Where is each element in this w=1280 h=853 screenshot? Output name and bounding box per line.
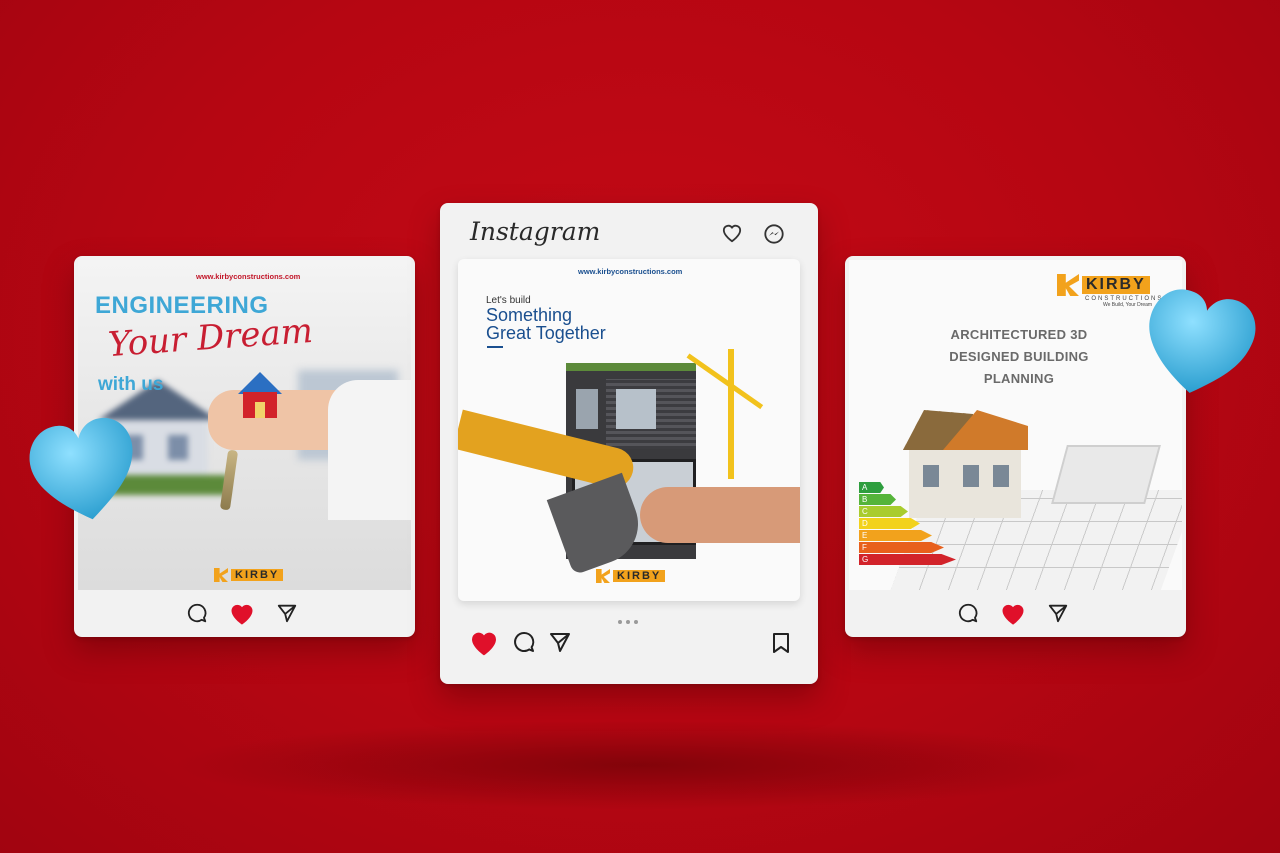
- center-post-image[interactable]: www.kirbyconstructions.com Let's build S…: [458, 259, 800, 601]
- bookmark-icon[interactable]: [771, 632, 791, 654]
- carousel-dot[interactable]: [626, 620, 630, 624]
- title-line-3: PLANNING: [983, 371, 1055, 386]
- carousel-dot[interactable]: [618, 620, 622, 624]
- right-action-bar: [957, 600, 1069, 626]
- energy-bar: B: [859, 494, 896, 505]
- send-icon[interactable]: [548, 630, 572, 654]
- post-title: ARCHITECTURED 3D DESIGNED BUILDING PLANN…: [849, 324, 1182, 390]
- heart-icon[interactable]: [468, 627, 500, 657]
- send-icon[interactable]: [1047, 602, 1069, 624]
- sleeve-image: [328, 380, 411, 520]
- instagram-wordmark: Instagram: [470, 217, 601, 246]
- blue-heart-decoration-icon: [29, 417, 133, 520]
- carousel-dot[interactable]: [634, 620, 638, 624]
- post-url[interactable]: www.kirbyconstructions.com: [578, 267, 682, 276]
- energy-bar: F: [859, 542, 944, 553]
- energy-rating-chart: A B C D E F G: [859, 482, 956, 566]
- kirby-logo: KIRBY: [214, 568, 284, 582]
- kirby-logo: KIRBY: [596, 569, 666, 583]
- heart-outline-icon[interactable]: [721, 223, 743, 243]
- blue-heart-decoration-icon: [1149, 289, 1256, 393]
- comment-icon[interactable]: [512, 630, 536, 654]
- kirby-mark-icon: [596, 569, 610, 583]
- headline-with-us: with us: [98, 374, 164, 395]
- left-action-bar: [186, 600, 298, 626]
- messenger-icon[interactable]: [763, 223, 785, 245]
- energy-bar: A: [859, 482, 884, 493]
- fist-bump-image: [640, 487, 800, 543]
- title-line-1: ARCHITECTURED 3D: [950, 327, 1088, 342]
- kirby-mark-icon: [214, 568, 228, 582]
- center-action-bar: [468, 627, 572, 657]
- headline-great-together: Great Together: [486, 323, 606, 343]
- laptop-image: [1051, 445, 1161, 504]
- energy-bar: C: [859, 506, 908, 517]
- right-post-card: KIRBY CONSTRUCTIONS We Build, Your Dream…: [845, 256, 1186, 637]
- energy-bar: D: [859, 518, 920, 529]
- floor-shadow: [170, 720, 1110, 810]
- energy-bar: E: [859, 530, 932, 541]
- send-icon[interactable]: [276, 602, 298, 624]
- title-line-2: DESIGNED BUILDING: [949, 349, 1089, 364]
- crane-image: [686, 339, 778, 479]
- carousel-dots: [618, 620, 638, 624]
- toy-house-image: [238, 372, 282, 422]
- energy-bar: G: [859, 554, 956, 565]
- post-url[interactable]: www.kirbyconstructions.com: [196, 272, 300, 281]
- comment-icon[interactable]: [957, 602, 979, 624]
- center-post-card: Instagram www.kirbyconstructions.com Let…: [440, 203, 818, 684]
- kirby-mark-icon: [1057, 274, 1079, 296]
- heart-icon[interactable]: [999, 600, 1027, 626]
- comment-icon[interactable]: [186, 602, 208, 624]
- heart-icon[interactable]: [228, 600, 256, 626]
- headline-underline: [487, 346, 503, 348]
- right-post-image[interactable]: KIRBY CONSTRUCTIONS We Build, Your Dream…: [849, 260, 1182, 590]
